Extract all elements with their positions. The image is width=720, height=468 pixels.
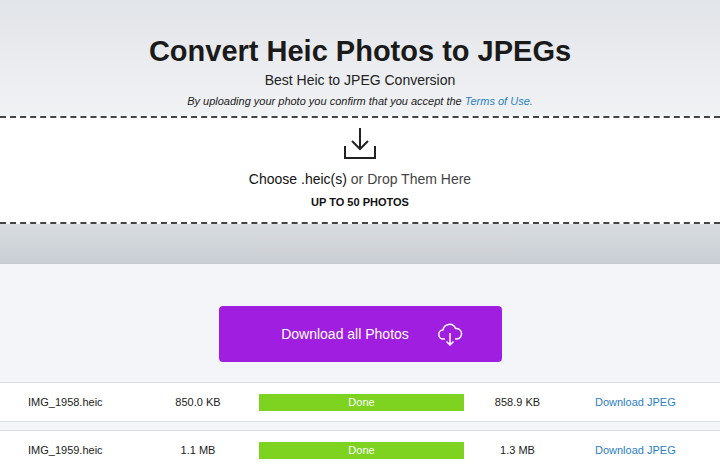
page: Convert Heic Photos to JPEGs Best Heic t… — [0, 0, 720, 468]
file-size: 850.0 KB — [158, 396, 238, 408]
download-jpeg-link[interactable]: Download JPEG — [595, 444, 720, 456]
progress-bar: Done — [259, 394, 464, 411]
page-title: Convert Heic Photos to JPEGs — [149, 34, 571, 68]
drop-zone[interactable]: Choose .heic(s) or Drop Them Here UP TO … — [0, 116, 720, 224]
cloud-download-icon — [437, 321, 463, 347]
terms-link[interactable]: Terms of Use. — [465, 95, 533, 107]
terms-notice: By uploading your photo you confirm that… — [187, 93, 533, 109]
progress-status: Done — [259, 394, 464, 411]
result-size: 1.3 MB — [464, 444, 571, 456]
file-row: IMG_1958.heic 850.0 KB Done 858.9 KB Dow… — [0, 382, 720, 422]
download-all-button[interactable]: Download all Photos — [219, 306, 502, 362]
choose-files-text[interactable]: Choose .heic(s) or Drop Them Here — [249, 170, 471, 188]
file-size: 1.1 MB — [158, 444, 238, 456]
result-size: 858.9 KB — [464, 396, 571, 408]
progress-status: Done — [259, 442, 464, 459]
file-name: IMG_1959.heic — [28, 444, 158, 456]
hero-background: Convert Heic Photos to JPEGs Best Heic t… — [0, 0, 720, 263]
download-jpeg-link[interactable]: Download JPEG — [595, 396, 720, 408]
page-subtitle: Best Heic to JPEG Conversion — [265, 71, 456, 89]
file-row: IMG_1959.heic 1.1 MB Done 1.3 MB Downloa… — [0, 430, 720, 468]
download-icon — [343, 126, 377, 160]
results-area: Download all Photos IMG_1958.heic 850.0 … — [0, 263, 720, 468]
progress-bar: Done — [259, 442, 464, 459]
file-name: IMG_1958.heic — [28, 396, 158, 408]
upload-limit: UP TO 50 PHOTOS — [311, 195, 409, 209]
